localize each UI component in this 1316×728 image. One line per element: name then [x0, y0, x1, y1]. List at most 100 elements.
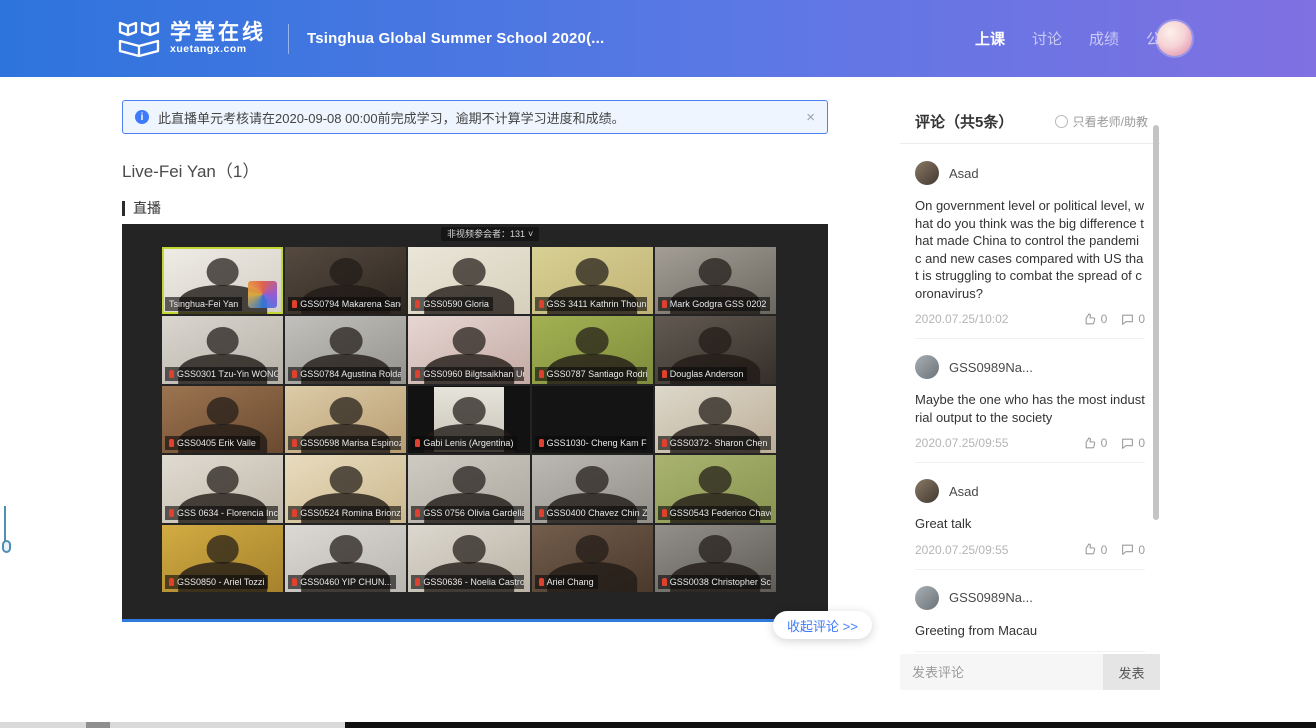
- comments-scrollbar[interactable]: [1153, 125, 1159, 520]
- participant-nameplate: GSS0590 Gloria: [411, 297, 493, 311]
- participant-name: GSS0405 Erik Valle: [177, 437, 256, 449]
- reply-count: 0: [1138, 436, 1145, 450]
- participant-nameplate: GSS0850 - Ariel Tozzi: [165, 575, 268, 589]
- mic-muted-icon: [292, 509, 297, 517]
- comments-list[interactable]: Asad On government level or political le…: [900, 145, 1160, 654]
- like-button[interactable]: 0: [1084, 312, 1108, 326]
- collapse-comments-button[interactable]: 收起评论 >>: [773, 611, 872, 639]
- mic-muted-icon: [292, 300, 297, 308]
- speech-bubble-icon: [1121, 313, 1134, 326]
- comment-meta: 2020.07.25/09:55 0 0: [915, 543, 1145, 557]
- comment-item: GSS0989Na... Maybe the one who has the m…: [915, 339, 1145, 463]
- non-video-attendees-chip[interactable]: 非视频参会者：131 ˅: [441, 227, 539, 241]
- speech-bubble-icon: [1121, 543, 1134, 556]
- comment-input-bar: 发表: [900, 654, 1160, 690]
- mic-muted-icon: [292, 578, 297, 586]
- teacher-only-filter[interactable]: 只看老师/助教: [1055, 113, 1148, 130]
- user-avatar[interactable]: [1157, 21, 1192, 56]
- reply-count: 0: [1138, 543, 1145, 557]
- participant-tile: GSS0590 Gloria: [408, 247, 529, 314]
- comment-input[interactable]: [900, 654, 1103, 690]
- participant-name: GSS1030- Cheng Kam Fu...: [547, 437, 648, 449]
- participant-name: Douglas Anderson: [670, 368, 744, 380]
- participant-nameplate: GSS 0756 Olivia Gardella: [411, 506, 524, 520]
- comment-head: GSS0989Na...: [915, 355, 1145, 379]
- comment-avatar: [915, 161, 939, 185]
- mic-muted-icon: [415, 509, 420, 517]
- participant-nameplate: GSS0598 Marisa Espinoza: [288, 436, 401, 450]
- comment-text: Maybe the one who has the most industria…: [915, 391, 1145, 426]
- like-button[interactable]: 0: [1084, 436, 1108, 450]
- participant-nameplate: GSS0543 Federico Chaves: [658, 506, 771, 520]
- like-button[interactable]: 0: [1084, 543, 1108, 557]
- comment-head: Asad: [915, 479, 1145, 503]
- comments-title: 评论（共5条）: [915, 111, 1013, 132]
- live-video-player[interactable]: 非视频参会者：131 ˅ Tsinghua-Fei Yan GSS0794 Ma…: [122, 224, 828, 622]
- participant-tile: GSS0038 Christopher Sco...: [655, 525, 776, 592]
- logo-en: xuetangx.com: [170, 44, 266, 55]
- participant-tile: GSS0543 Federico Chaves: [655, 455, 776, 522]
- comment-actions: 0 0: [1084, 312, 1145, 326]
- submit-comment-button[interactable]: 发表: [1103, 654, 1160, 690]
- nav-item-discussion[interactable]: 讨论: [1032, 28, 1062, 49]
- participant-tile: GSS0636 - Noelia Castro: [408, 525, 529, 592]
- comment-item: GSS0989Na... Greeting from Macau: [915, 570, 1145, 653]
- comment-head: Asad: [915, 161, 1145, 185]
- participant-nameplate: GSS0636 - Noelia Castro: [411, 575, 524, 589]
- comment-item: Asad Great talk 2020.07.25/09:55 0: [915, 463, 1145, 570]
- reply-button[interactable]: 0: [1121, 312, 1145, 326]
- participant-tile: GSS0960 Bilgtsaikhan Uu...: [408, 316, 529, 383]
- participant-nameplate: GSS0960 Bilgtsaikhan Uu...: [411, 367, 524, 381]
- logo-cn: 学堂在线: [170, 22, 266, 44]
- reply-button[interactable]: 0: [1121, 543, 1145, 557]
- comment-item: Asad On government level or political le…: [915, 145, 1145, 339]
- participant-tile: GSS0784 Agustina Roldan: [285, 316, 406, 383]
- participant-nameplate: GSS0405 Erik Valle: [165, 436, 260, 450]
- participant-name: GSS0038 Christopher Sco...: [670, 576, 771, 588]
- mic-muted-icon: [539, 509, 544, 517]
- top-header: 学堂在线 xuetangx.com Tsinghua Global Summer…: [0, 0, 1316, 77]
- nav-item-grades[interactable]: 成绩: [1089, 28, 1119, 49]
- participant-name: GSS0850 - Ariel Tozzi: [177, 576, 264, 588]
- reply-button[interactable]: 0: [1121, 436, 1145, 450]
- comment-text: Greeting from Macau: [915, 622, 1145, 640]
- participant-name: GSS 0634 - Florencia Inca...: [177, 507, 278, 519]
- comment-text: Great talk: [915, 515, 1145, 533]
- logo-text: 学堂在线 xuetangx.com: [170, 22, 266, 55]
- participant-tile: GSS 3411 Kathrin Thoun...: [532, 247, 653, 314]
- participant-name: GSS0636 - Noelia Castro: [423, 576, 524, 588]
- participant-nameplate: GSS0301 Tzu-Yin WONG: [165, 367, 278, 381]
- comment-actions: 0 0: [1084, 543, 1145, 557]
- nav-item-class[interactable]: 上课: [975, 28, 1005, 49]
- mic-muted-icon: [169, 509, 174, 517]
- page-title: Live-Fei Yan（1）: [122, 157, 259, 182]
- comment-avatar: [915, 355, 939, 379]
- deadline-notice-banner: i 此直播单元考核请在2020-09-08 00:00前完成学习，逾期不计算学习…: [122, 100, 828, 134]
- participant-tile: GSS 0634 - Florencia Inca...: [162, 455, 283, 522]
- comment-avatar: [915, 479, 939, 503]
- mic-muted-icon: [662, 439, 667, 447]
- participant-name: GSS0794 Makarena Sand...: [300, 298, 401, 310]
- mic-muted-icon: [292, 439, 297, 447]
- like-count: 0: [1101, 436, 1108, 450]
- comment-actions: 0 0: [1084, 436, 1145, 450]
- participant-tile: Ariel Chang: [532, 525, 653, 592]
- comment-text: On government level or political level, …: [915, 197, 1145, 302]
- participant-name: Tsinghua-Fei Yan: [169, 298, 238, 310]
- close-icon[interactable]: ×: [806, 110, 815, 125]
- participant-tile: GSS0400 Chavez Chin Zh...: [532, 455, 653, 522]
- radio-circle-icon[interactable]: [1055, 115, 1068, 128]
- header-divider: [288, 24, 289, 54]
- like-count: 0: [1101, 543, 1108, 557]
- mic-muted-icon: [415, 300, 420, 308]
- participant-nameplate: Gabi Lenis (Argentina): [411, 436, 517, 450]
- xuetangx-logo[interactable]: 学堂在线 xuetangx.com: [118, 20, 266, 58]
- participant-grid: Tsinghua-Fei Yan GSS0794 Makarena Sand..…: [162, 247, 776, 592]
- participant-nameplate: GSS 0634 - Florencia Inca...: [165, 506, 278, 520]
- participant-tile: GSS0460 YIP CHUN...: [285, 525, 406, 592]
- participant-name: GSS0400 Chavez Chin Zh...: [547, 507, 648, 519]
- participant-nameplate: GSS1030- Cheng Kam Fu...: [535, 436, 648, 450]
- like-count: 0: [1101, 312, 1108, 326]
- participant-nameplate: GSS 3411 Kathrin Thoun...: [535, 297, 648, 311]
- participant-tile: GSS0301 Tzu-Yin WONG: [162, 316, 283, 383]
